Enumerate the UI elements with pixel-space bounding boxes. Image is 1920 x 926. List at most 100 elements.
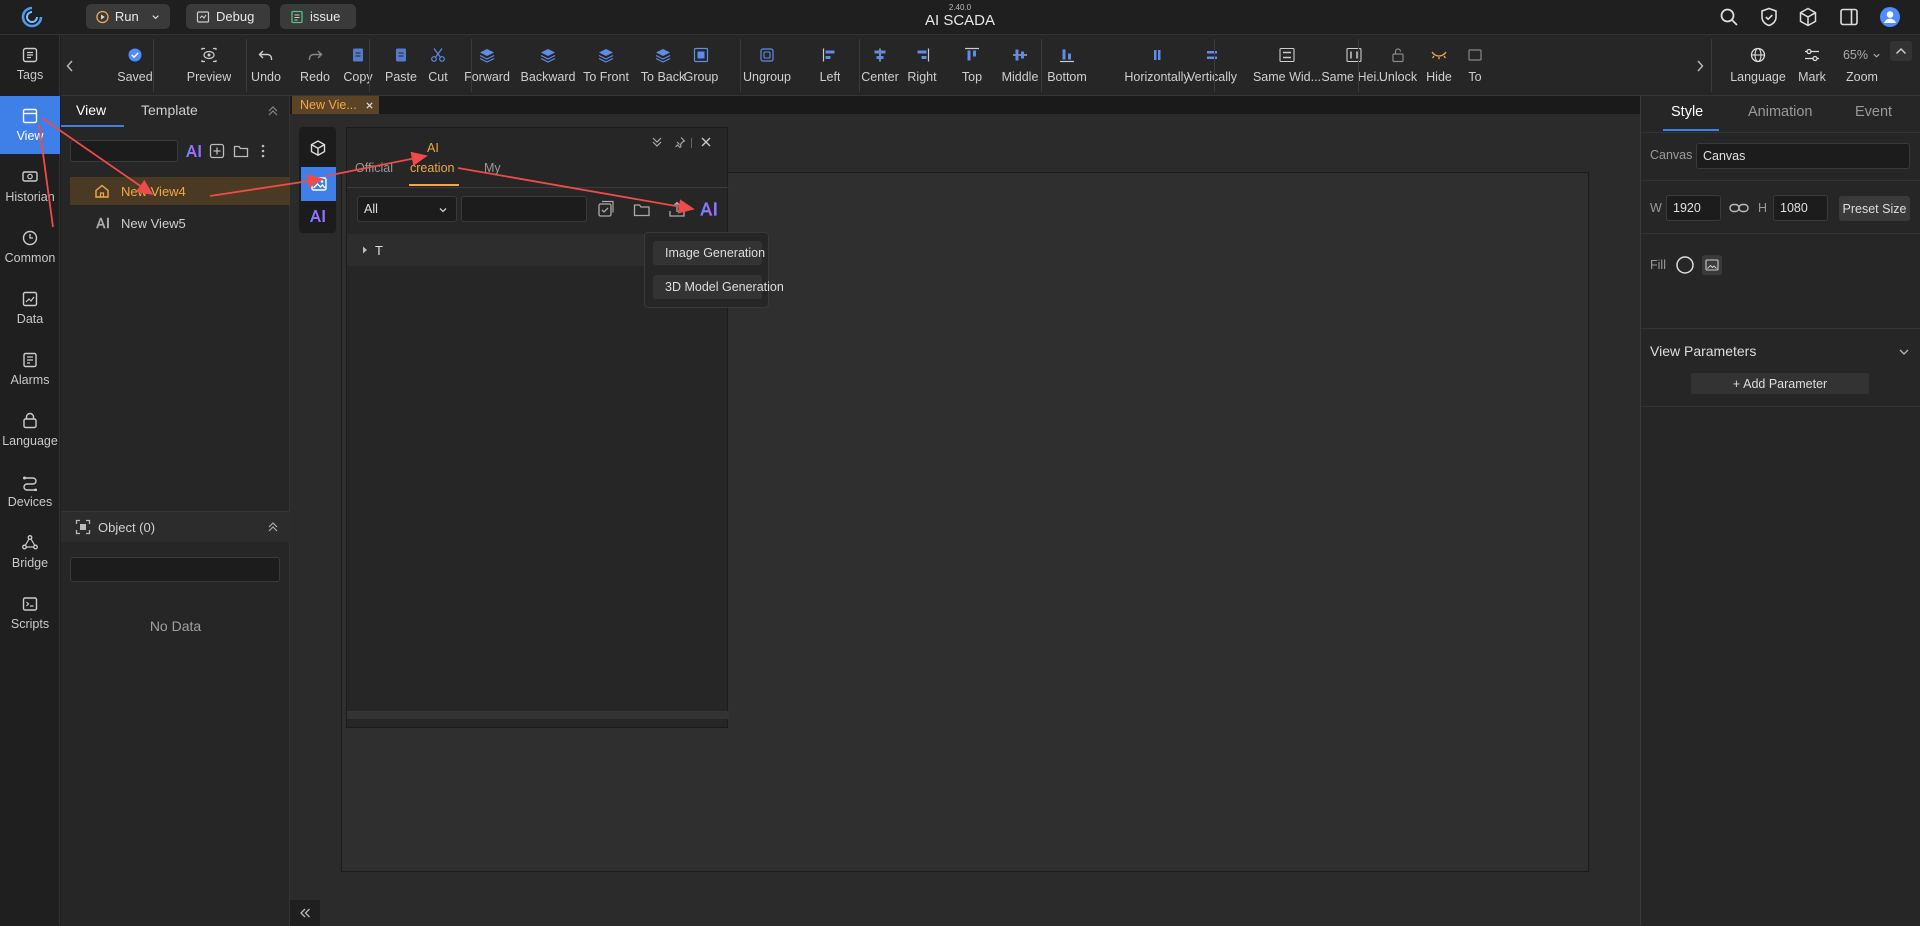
tab-animation[interactable]: Animation <box>1748 104 1812 120</box>
nav-bridge[interactable]: Bridge <box>0 523 60 581</box>
nav-tags[interactable]: Tags <box>0 35 60 93</box>
user-avatar-icon[interactable] <box>1879 6 1901 28</box>
toolbar-scroll-right-icon[interactable] <box>1692 35 1708 96</box>
issue-button[interactable]: issue <box>280 4 356 29</box>
tool-align-left[interactable]: Left <box>807 35 853 96</box>
toolbar-collapse-icon[interactable] <box>1890 41 1912 61</box>
tool-to[interactable]: To <box>1465 35 1485 96</box>
component-search-input[interactable] <box>461 196 587 222</box>
view-panel: View Template New View4 New View5 Object… <box>61 96 290 926</box>
shield-icon[interactable] <box>1758 6 1780 28</box>
tool-copy[interactable]: Copy <box>337 35 379 96</box>
tool-distribute-vertical[interactable]: Vertically <box>1179 35 1245 96</box>
link-icon[interactable] <box>1729 202 1749 214</box>
fill-image-icon[interactable] <box>1702 255 1722 275</box>
tool-redo[interactable]: Redo <box>292 35 338 96</box>
more-options-icon[interactable] <box>260 143 266 159</box>
tool-align-bottom[interactable]: Bottom <box>1039 35 1095 96</box>
close-icon[interactable] <box>365 101 374 110</box>
nav-view[interactable]: View <box>0 96 60 154</box>
add-parameter-button[interactable]: + Add Parameter <box>1691 373 1869 394</box>
object-header[interactable]: Object (0) <box>61 512 290 542</box>
search-icon[interactable] <box>1718 6 1740 28</box>
tool-align-right[interactable]: Right <box>899 35 945 96</box>
tool-hide[interactable]: Hide <box>1417 35 1461 96</box>
object-search-input[interactable] <box>70 557 280 582</box>
tab-my[interactable]: My <box>484 161 501 175</box>
batch-select-icon[interactable] <box>597 200 615 218</box>
ai-component-icon[interactable] <box>299 203 336 229</box>
filter-select[interactable]: All <box>357 196 457 222</box>
tab-view[interactable]: View <box>76 102 106 118</box>
tab-event[interactable]: Event <box>1855 104 1892 120</box>
ai-generate-icon[interactable] <box>699 200 719 218</box>
width-input[interactable]: 1920 <box>1666 195 1721 221</box>
menu-item-image-generation[interactable]: Image Generation <box>653 241 765 265</box>
view-item-newview5[interactable]: New View5 <box>70 209 290 237</box>
tool-to-front[interactable]: To Front <box>577 35 635 96</box>
tool-paste[interactable]: Paste <box>379 35 423 96</box>
debug-button[interactable]: Debug <box>186 4 270 29</box>
open-folder-icon[interactable] <box>633 200 651 218</box>
tool-label: Backward <box>520 70 576 84</box>
nav-language[interactable]: Language <box>0 401 60 459</box>
tool-preview[interactable]: Preview <box>178 35 240 96</box>
caret-right-icon[interactable] <box>361 246 369 254</box>
height-input[interactable]: 1080 <box>1773 195 1828 221</box>
chevron-down-icon[interactable] <box>1898 347 1910 357</box>
tab-style[interactable]: Style <box>1671 104 1703 120</box>
tool-zoom[interactable]: 65% Zoom <box>1831 35 1893 96</box>
tab-template[interactable]: Template <box>141 102 198 118</box>
to-back-icon <box>655 49 671 63</box>
fill-color-swatch[interactable] <box>1675 255 1695 275</box>
tab-ai-line1[interactable]: AI <box>427 141 439 155</box>
pin-icon[interactable] <box>674 136 686 148</box>
nav-data[interactable]: Data <box>0 279 60 337</box>
filter-value: All <box>364 202 378 216</box>
nav-scripts[interactable]: Scripts <box>0 584 60 642</box>
menu-item-3d-model-generation[interactable]: 3D Model Generation <box>653 275 784 299</box>
tool-undo[interactable]: Undo <box>243 35 289 96</box>
nav-common[interactable]: Common <box>0 218 60 276</box>
chevron-down-icon[interactable] <box>151 12 160 22</box>
folder-icon[interactable] <box>233 143 249 159</box>
tool-align-top[interactable]: Top <box>949 35 995 96</box>
preset-size-button[interactable]: Preset Size <box>1839 196 1910 221</box>
tool-same-width[interactable]: Same Wid... <box>1249 35 1325 96</box>
zoom-select[interactable]: 65% <box>1843 47 1881 63</box>
add-view-icon[interactable] <box>209 143 225 159</box>
ai-generate-icon[interactable] <box>185 143 203 159</box>
panel-expand-icon[interactable] <box>290 900 320 926</box>
close-icon[interactable] <box>700 136 712 148</box>
tool-language[interactable]: Language <box>1725 35 1791 96</box>
chevron-down-icon <box>1873 53 1880 58</box>
nav-label-language: Language <box>2 434 58 448</box>
editor-tab-newview[interactable]: New Vie... <box>292 96 379 114</box>
tab-ai-line2[interactable]: creation <box>410 161 454 175</box>
collapse-down-icon[interactable] <box>651 136 663 148</box>
collapse-up-icon[interactable] <box>267 521 279 533</box>
toolbar-scroll-left-icon[interactable] <box>61 35 79 96</box>
run-button[interactable]: Run <box>86 4 170 29</box>
tool-ungroup[interactable]: Ungroup <box>736 35 798 96</box>
tool-mark[interactable]: Mark <box>1789 35 1835 96</box>
tab-official[interactable]: Official <box>355 161 393 175</box>
image-component-icon[interactable] <box>301 167 336 201</box>
nav-historian[interactable]: Historian <box>0 157 60 215</box>
tool-group[interactable]: Group <box>679 35 723 96</box>
view-item-newview4[interactable]: New View4 <box>70 177 290 205</box>
view-search-input[interactable] <box>70 140 178 162</box>
collapse-up-icon[interactable] <box>267 105 279 117</box>
tool-forward[interactable]: Forward <box>461 35 513 96</box>
tool-label: Vertically <box>1186 70 1238 84</box>
nav-alarms[interactable]: Alarms <box>0 340 60 398</box>
tool-cut[interactable]: Cut <box>418 35 458 96</box>
panel-layout-icon[interactable] <box>1838 6 1860 28</box>
canvas-name-input[interactable]: Canvas <box>1696 143 1910 169</box>
nav-devices[interactable]: Devices <box>0 462 60 520</box>
cube-icon[interactable] <box>1797 6 1819 28</box>
tool-backward[interactable]: Backward <box>519 35 577 96</box>
horizontal-scrollbar[interactable] <box>347 711 729 719</box>
upload-icon[interactable] <box>668 200 686 218</box>
3d-component-icon[interactable] <box>299 133 336 163</box>
